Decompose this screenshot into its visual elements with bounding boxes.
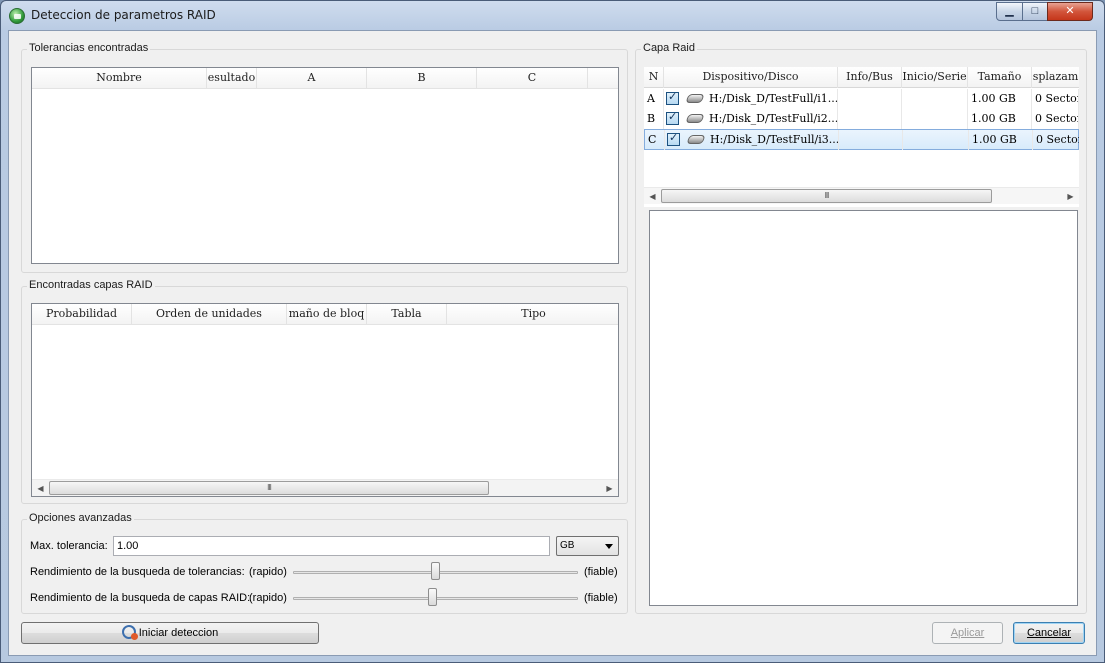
col-b[interactable]: B	[367, 68, 477, 89]
col-probabilidad[interactable]: Probabilidad	[32, 304, 132, 325]
apply-button[interactable]: Aplicar	[932, 622, 1003, 644]
col-resultado[interactable]: esultado	[207, 68, 257, 89]
scroll-right-icon[interactable]: ▶	[1062, 188, 1079, 205]
cell-info	[838, 109, 902, 129]
hard-disk-icon	[685, 114, 705, 123]
cell-device: H:/Disk_D/TestFull/i2....	[706, 109, 838, 129]
capa-raid-horizontal-scrollbar[interactable]: ◀ III ▶	[644, 187, 1079, 204]
unit-select-value: GB	[560, 540, 575, 551]
col-inicio-serie[interactable]: Inicio/Serie	[902, 67, 968, 88]
cell-info	[838, 89, 902, 109]
rend-capas-fast-label: (rapido)	[249, 592, 287, 604]
col-tabla[interactable]: Tabla	[367, 304, 447, 325]
rend-capas-reliable-label: (fiable)	[584, 592, 618, 604]
window-title: Deteccion de parametros RAID	[31, 8, 216, 22]
opciones-group: Opciones avanzadas Max. tolerancia: 1.00…	[21, 512, 628, 614]
rend-tolerancias-label: Rendimiento de la busqueda de tolerancia…	[30, 566, 245, 578]
cell-size: 1.00 GB	[968, 109, 1032, 129]
member-checkbox[interactable]	[666, 110, 679, 125]
iniciar-deteccion-label: Iniciar deteccion	[138, 627, 219, 639]
max-tolerancia-input[interactable]: 1.00	[113, 536, 550, 556]
member-checkbox[interactable]	[666, 90, 679, 105]
col-tipo[interactable]: Tipo	[447, 304, 620, 325]
cell-device: H:/Disk_D/TestFull/i3....	[707, 130, 839, 150]
raid-detection-window: Deteccion de parametros RAID ▁ □ ✕ Toler…	[0, 0, 1105, 663]
capas-group: Encontradas capas RAID Probabilidad Orde…	[21, 279, 628, 504]
capa-raid-header: N Dispositivo/Disco Info/Bus Inicio/Seri…	[644, 67, 1079, 88]
col-orden-unidades[interactable]: Orden de unidades	[132, 304, 287, 325]
capa-raid-list[interactable]: N Dispositivo/Disco Info/Bus Inicio/Seri…	[644, 67, 1079, 207]
raid-member-row[interactable]: B H:/Disk_D/TestFull/i2.... 1.00 GB0 Secto…	[644, 109, 1079, 130]
rend-tolerancias-reliable-label: (fiable)	[584, 566, 618, 578]
capa-raid-group: Capa Raid N Dispositivo/Disco Info/Bus I…	[635, 42, 1087, 614]
col-tamano[interactable]: Tamaño	[968, 67, 1032, 88]
raid-member-row[interactable]: A H:/Disk_D/TestFull/i1.... 1.00 GB0 Secto…	[644, 89, 1079, 110]
hard-disk-icon	[685, 94, 705, 103]
col-dispositivo[interactable]: Dispositivo/Disco	[664, 67, 838, 88]
cell-n: C	[645, 130, 665, 150]
rend-capas-label: Rendimiento de la busqueda de capas RAID…	[30, 592, 251, 604]
rend-capas-slider-thumb[interactable]	[427, 588, 437, 606]
dialog-client-area: Tolerancias encontradas Nombre esultado …	[8, 30, 1097, 656]
close-button[interactable]: ✕	[1047, 2, 1093, 21]
cell-offset: 0 Sector	[1032, 109, 1079, 129]
tolerancias-list[interactable]: Nombre esultado A B C	[31, 67, 619, 264]
capas-list[interactable]: Probabilidad Orden de unidades maño de b…	[31, 303, 619, 497]
cell-size: 1.00 GB	[969, 130, 1033, 150]
cell-offset: 0 Sector	[1033, 130, 1079, 150]
col-n[interactable]: N	[644, 67, 664, 88]
col-desplazamiento[interactable]: splazam	[1032, 67, 1079, 88]
rend-tolerancias-fast-label: (rapido)	[249, 566, 287, 578]
cell-n: A	[644, 89, 664, 109]
unit-select[interactable]: GB	[556, 536, 619, 556]
capa-raid-group-title: Capa Raid	[641, 42, 697, 54]
rend-tolerancias-slider-thumb[interactable]	[430, 562, 440, 580]
apply-label: Aplicar	[950, 627, 985, 639]
tolerancias-group-title: Tolerancias encontradas	[27, 42, 151, 54]
minimize-button[interactable]: ▁	[996, 2, 1023, 21]
cell-size: 1.00 GB	[968, 89, 1032, 109]
capas-header: Probabilidad Orden de unidades maño de b…	[32, 304, 618, 325]
cell-info	[839, 130, 903, 150]
cell-start	[902, 89, 968, 109]
col-a[interactable]: A	[257, 68, 367, 89]
capas-scroll-thumb[interactable]: III	[49, 481, 489, 495]
capas-horizontal-scrollbar[interactable]: ◀ III ▶	[32, 479, 618, 496]
tolerancias-group: Tolerancias encontradas Nombre esultado …	[21, 42, 628, 273]
cancel-label: Cancelar	[1026, 627, 1072, 639]
col-nombre[interactable]: Nombre	[32, 68, 207, 89]
col-tamano-bloque[interactable]: maño de bloq	[287, 304, 367, 325]
scroll-right-icon[interactable]: ▶	[601, 480, 618, 497]
cell-n: B	[644, 109, 664, 129]
maximize-button[interactable]: □	[1022, 2, 1048, 21]
scroll-left-icon[interactable]: ◀	[644, 188, 661, 205]
hard-disk-icon	[686, 135, 706, 144]
disk-map-preview[interactable]	[649, 210, 1078, 606]
member-checkbox[interactable]	[667, 131, 680, 146]
max-tolerancia-label: Max. tolerancia:	[30, 540, 108, 552]
col-c[interactable]: C	[477, 68, 588, 89]
opciones-group-title: Opciones avanzadas	[27, 512, 134, 524]
start-detection-icon	[121, 625, 138, 640]
capas-group-title: Encontradas capas RAID	[27, 279, 155, 291]
capa-raid-scroll-thumb[interactable]: III	[661, 189, 992, 203]
raid-member-row[interactable]: C H:/Disk_D/TestFull/i3.... 1.00 GB0 Secto…	[644, 129, 1079, 150]
chevron-down-icon	[605, 544, 613, 549]
cell-start	[902, 109, 968, 129]
col-info-bus[interactable]: Info/Bus	[838, 67, 902, 88]
scroll-left-icon[interactable]: ◀	[32, 480, 49, 497]
iniciar-deteccion-button[interactable]: Iniciar deteccion	[21, 622, 319, 644]
tolerancias-header: Nombre esultado A B C	[32, 68, 618, 89]
cell-start	[903, 130, 969, 150]
app-icon	[9, 8, 25, 24]
cell-device: H:/Disk_D/TestFull/i1....	[706, 89, 838, 109]
cell-offset: 0 Sector	[1032, 89, 1079, 109]
title-bar[interactable]: Deteccion de parametros RAID ▁ □ ✕	[1, 1, 1104, 31]
cancel-button[interactable]: Cancelar	[1013, 622, 1085, 644]
